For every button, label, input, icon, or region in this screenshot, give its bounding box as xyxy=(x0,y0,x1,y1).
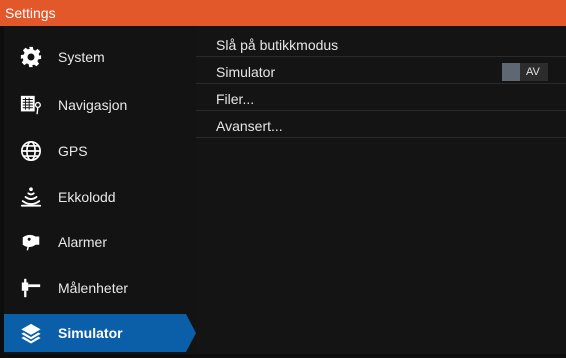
sidebar-item-label: Navigasjon xyxy=(58,97,128,113)
list-item-store-mode[interactable]: Slå på butikkmodus xyxy=(196,33,566,57)
sidebar-item-alarmer[interactable]: Alarmer xyxy=(4,223,192,261)
list-item-simulator[interactable]: Simulator AV xyxy=(196,60,566,84)
layers-icon xyxy=(18,320,44,346)
sidebar-item-gps[interactable]: GPS xyxy=(4,132,192,170)
list-item-files[interactable]: Filer... xyxy=(196,87,566,111)
measuring-icon xyxy=(18,275,44,301)
sidebar-item-ekkolodd[interactable]: Ekkolodd xyxy=(4,178,192,216)
alarm-horn-icon xyxy=(18,229,44,255)
sidebar-item-label: System xyxy=(58,49,105,65)
toggle-state-label: AV xyxy=(526,66,540,78)
settings-sidebar: System Navigasjon GPS Ekkolodd Alarmer M… xyxy=(4,26,196,354)
settings-window: System Navigasjon GPS Ekkolodd Alarmer M… xyxy=(0,26,566,358)
sidebar-item-label: Ekkolodd xyxy=(58,189,116,205)
simulator-toggle[interactable]: AV xyxy=(502,63,548,81)
window-title: Settings xyxy=(5,5,56,21)
globe-icon xyxy=(18,138,44,164)
sidebar-item-label: Simulator xyxy=(58,325,123,341)
sidebar-item-simulator[interactable]: Simulator xyxy=(4,314,196,352)
sidebar-item-malenheter[interactable]: Målenheter xyxy=(4,269,192,307)
settings-content-panel: Slå på butikkmodus Simulator AV Filer...… xyxy=(196,26,566,354)
row-label: Avansert... xyxy=(216,118,283,134)
sidebar-item-label: Alarmer xyxy=(58,234,108,250)
navigation-chart-icon xyxy=(18,92,44,118)
toggle-knob xyxy=(502,63,520,81)
sonar-icon xyxy=(18,184,44,210)
sidebar-item-label: Målenheter xyxy=(58,280,129,296)
sidebar-item-label: GPS xyxy=(58,143,88,159)
row-label: Filer... xyxy=(216,91,255,107)
sidebar-item-navigasjon[interactable]: Navigasjon xyxy=(4,86,192,124)
window-title-bar: Settings xyxy=(0,0,566,26)
row-label: Simulator xyxy=(216,64,276,80)
row-label: Slå på butikkmodus xyxy=(216,37,339,53)
sidebar-item-system[interactable]: System xyxy=(4,38,192,76)
list-item-advanced[interactable]: Avansert... xyxy=(196,114,566,138)
gear-icon xyxy=(18,44,44,70)
